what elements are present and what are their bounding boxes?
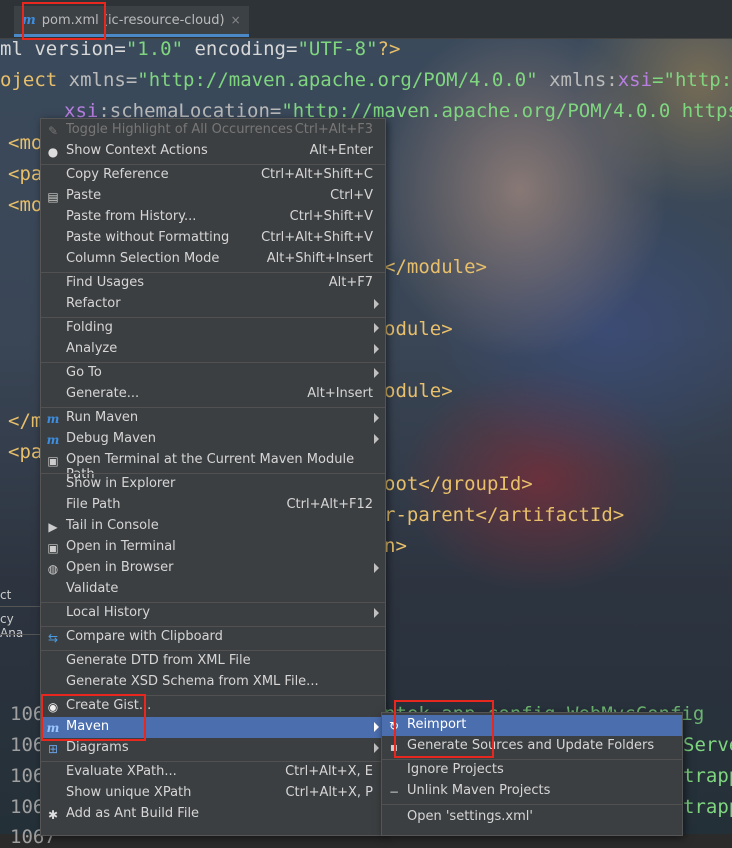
menu-item-run-maven[interactable]: m Run Maven: [41, 408, 385, 429]
menu-item-debug-maven[interactable]: m Debug Maven: [41, 429, 385, 450]
menu-item-show-context-actions[interactable]: ● Show Context Actions Alt+Enter: [41, 141, 385, 162]
menu-item-show-in-explorer[interactable]: Show in Explorer: [41, 474, 385, 495]
menu-item-open-terminal-maven[interactable]: ▣ Open Terminal at the Current Maven Modu…: [41, 450, 385, 482]
clipboard-icon: ▤: [47, 190, 59, 204]
menu-item-evaluate-xpath[interactable]: Evaluate XPath... Ctrl+Alt+X, E: [41, 762, 385, 783]
menu-item-generate-dtd[interactable]: Generate DTD from XML File: [41, 651, 385, 672]
menu-item-copy-reference[interactable]: Copy Reference Ctrl+Alt+Shift+C: [41, 165, 385, 186]
maven-run-icon: m: [46, 412, 60, 426]
menu-item-paste[interactable]: ▤ Paste Ctrl+V: [41, 186, 385, 207]
divider: [0, 606, 40, 607]
menu-item-analyze[interactable]: Analyze: [41, 339, 385, 360]
code-line-2: oject xmlns="http://maven.apache.org/POM…: [0, 69, 732, 91]
menu-item-open-in-browser[interactable]: ◍ Open in Browser: [41, 558, 385, 579]
code-fragment: oot</groupId>: [384, 473, 533, 495]
menu-item-find-usages[interactable]: Find Usages Alt+F7: [41, 273, 385, 294]
menu-item-generate[interactable]: Generate... Alt+Insert: [41, 384, 385, 405]
menu-item-generate-xsd[interactable]: Generate XSD Schema from XML File...: [41, 672, 385, 693]
code-fragment: <pa: [8, 441, 43, 463]
bulb-icon: ●: [47, 145, 59, 159]
code-fragment: </m: [8, 410, 43, 432]
terminal-icon: ▣: [47, 541, 59, 555]
menu-item-paste-from-history[interactable]: Paste from History... Ctrl+Shift+V: [41, 207, 385, 228]
menu-item-diagrams[interactable]: ⊞ Diagrams: [41, 738, 385, 759]
maven-debug-icon: m: [46, 433, 60, 447]
menu-item-file-path[interactable]: File Path Ctrl+Alt+F12: [41, 495, 385, 516]
menu-item-open-in-terminal[interactable]: ▣ Open in Terminal: [41, 537, 385, 558]
submenu-item-unlink-maven-projects[interactable]: − Unlink Maven Projects: [382, 781, 682, 802]
console-fragment: Serve: [683, 734, 732, 756]
submenu-arrow-icon: [374, 563, 379, 573]
code-fragment: r-parent</artifactId>: [384, 504, 625, 526]
globe-icon: ◍: [47, 562, 59, 576]
panel-tab-label[interactable]: cy Ana: [0, 612, 40, 640]
pencil-icon: ✎: [47, 124, 59, 138]
submenu-arrow-icon: [374, 344, 379, 354]
menu-item-compare-with-clipboard[interactable]: ⇆ Compare with Clipboard: [41, 627, 385, 648]
submenu-arrow-icon: [374, 299, 379, 309]
submenu-arrow-icon: [374, 413, 379, 423]
menu-item-paste-without-formatting[interactable]: Paste without Formatting Ctrl+Alt+Shift+V: [41, 228, 385, 249]
menu-item-refactor[interactable]: Refactor: [41, 294, 385, 315]
submenu-arrow-icon: [374, 434, 379, 444]
submenu-arrow-icon: [374, 323, 379, 333]
menu-item-show-unique-xpath[interactable]: Show unique XPath Ctrl+Alt+X, P: [41, 783, 385, 804]
maven-terminal-icon: ▣: [47, 454, 59, 468]
diagram-icon: ⊞: [47, 742, 59, 756]
submenu-item-open-settings-xml[interactable]: Open 'settings.xml': [382, 807, 682, 828]
menu-item-folding[interactable]: Folding: [41, 318, 385, 339]
menu-item-go-to[interactable]: Go To: [41, 363, 385, 384]
editor-tab-bar: m pom.xml (ic-resource-cloud) ×: [0, 0, 732, 39]
console-fragment: trapp: [683, 765, 732, 787]
submenu-arrow-icon: [374, 743, 379, 753]
highlight-box-maven: [41, 694, 146, 741]
close-icon[interactable]: ×: [231, 13, 241, 27]
code-fragment: <mo: [8, 194, 43, 216]
console-fragment: trapp: [683, 796, 732, 818]
code-fragment: odule>: [384, 318, 453, 340]
ant-icon: ✱: [47, 808, 59, 822]
menu-item-column-selection-mode[interactable]: Column Selection Mode Alt+Shift+Insert: [41, 249, 385, 270]
minus-icon: −: [388, 785, 400, 799]
code-fragment: n>: [384, 535, 407, 557]
highlight-box-tab: [22, 2, 106, 40]
play-icon: ▶: [48, 520, 58, 534]
submenu-arrow-icon: [374, 722, 379, 732]
code-fragment: <mo: [8, 132, 43, 154]
menu-item-local-history[interactable]: Local History: [41, 603, 385, 624]
code-fragment: </module>: [384, 256, 487, 278]
submenu-arrow-icon: [374, 608, 379, 618]
menu-item-toggle-highlight[interactable]: ✎ Toggle Highlight of All Occurrences Ctrl…: [41, 120, 385, 141]
submenu-item-ignore-projects[interactable]: Ignore Projects: [382, 760, 682, 781]
menu-item-tail-in-console[interactable]: ▶ Tail in Console: [41, 516, 385, 537]
menu-separator: [382, 804, 682, 805]
divider: [0, 634, 40, 635]
compare-icon: ⇆: [47, 631, 59, 645]
menu-item-add-as-ant-build[interactable]: ✱ Add as Ant Build File: [41, 804, 385, 825]
code-fragment: odule>: [384, 380, 453, 402]
code-fragment: <pa: [8, 163, 43, 185]
submenu-arrow-icon: [374, 368, 379, 378]
code-line-1: ml version="1.0" encoding="UTF-8"?>: [0, 38, 401, 60]
highlight-box-reimport: [394, 700, 494, 758]
menu-item-validate[interactable]: Validate: [41, 579, 385, 600]
